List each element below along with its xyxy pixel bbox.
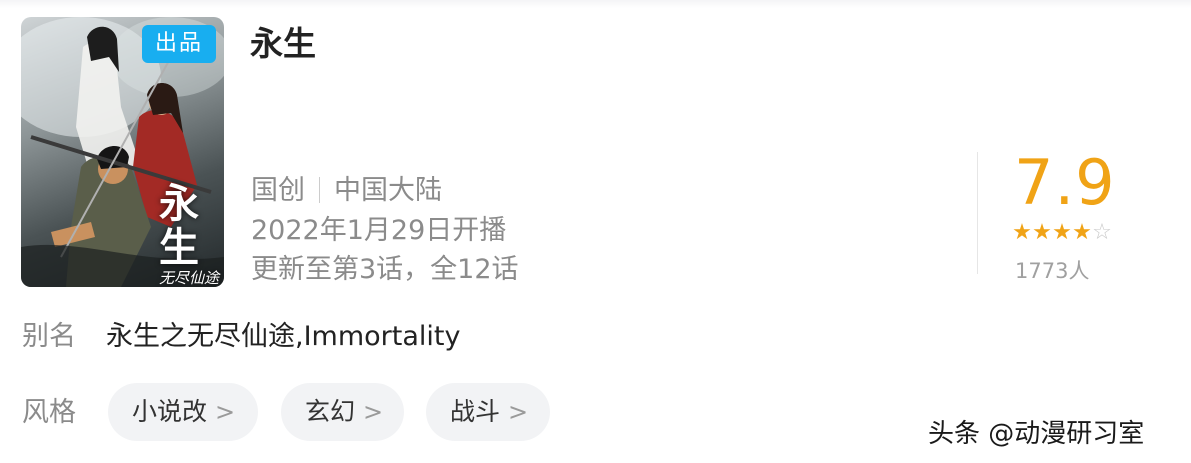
rating-stars: ★★★★☆	[1012, 220, 1112, 246]
page-title: 永生	[250, 24, 316, 63]
alias-label: 别名	[22, 321, 76, 352]
tag-label: 小说改	[132, 397, 208, 426]
poster-subtitle-art: 无尽仙途	[159, 269, 220, 287]
meta-air-date: 2022年1月29日开播	[251, 215, 507, 246]
chevron-right-icon: >	[215, 398, 236, 426]
rating-divider	[977, 152, 978, 274]
meta-episodes: 更新至第3话，全12话	[251, 254, 519, 285]
star-empty-icon: ☆	[1092, 220, 1112, 245]
anime-detail-card: 出品 永生 无尽仙途 永生 国创 中国大陆 2022年1月29日开播 更新至第3话…	[0, 0, 1191, 463]
star-filled-icon: ★	[1032, 220, 1052, 245]
chevron-right-icon: >	[508, 398, 529, 426]
alias-value: 永生之无尽仙途,Immortality	[106, 321, 461, 352]
meta-divider	[319, 176, 320, 203]
poster-title-art: 永生	[159, 180, 199, 271]
chevron-right-icon: >	[363, 398, 384, 426]
tag-label: 玄幻	[305, 397, 356, 426]
top-strip	[0, 0, 1191, 8]
style-label: 风格	[22, 397, 76, 428]
star-filled-icon: ★	[1052, 220, 1072, 245]
tag-fantasy[interactable]: 玄幻 >	[281, 383, 404, 441]
meta-type[interactable]: 国创	[251, 175, 305, 206]
watermark: 头条 @动漫研习室	[928, 419, 1145, 449]
star-filled-icon: ★	[1012, 220, 1032, 245]
poster-image[interactable]: 出品 永生 无尽仙途	[21, 17, 224, 287]
tag-label: 战斗	[450, 397, 501, 426]
tag-combat[interactable]: 战斗 >	[426, 383, 550, 441]
rating-count: 1773人	[1015, 259, 1090, 283]
star-filled-icon: ★	[1072, 220, 1092, 245]
tag-novel-adaptation[interactable]: 小说改 >	[108, 383, 258, 441]
rating-score: 7.9	[1014, 146, 1116, 219]
meta-type-region: 国创 中国大陆	[251, 173, 442, 209]
meta-region[interactable]: 中国大陆	[334, 175, 442, 206]
source-badge: 出品	[142, 25, 216, 63]
